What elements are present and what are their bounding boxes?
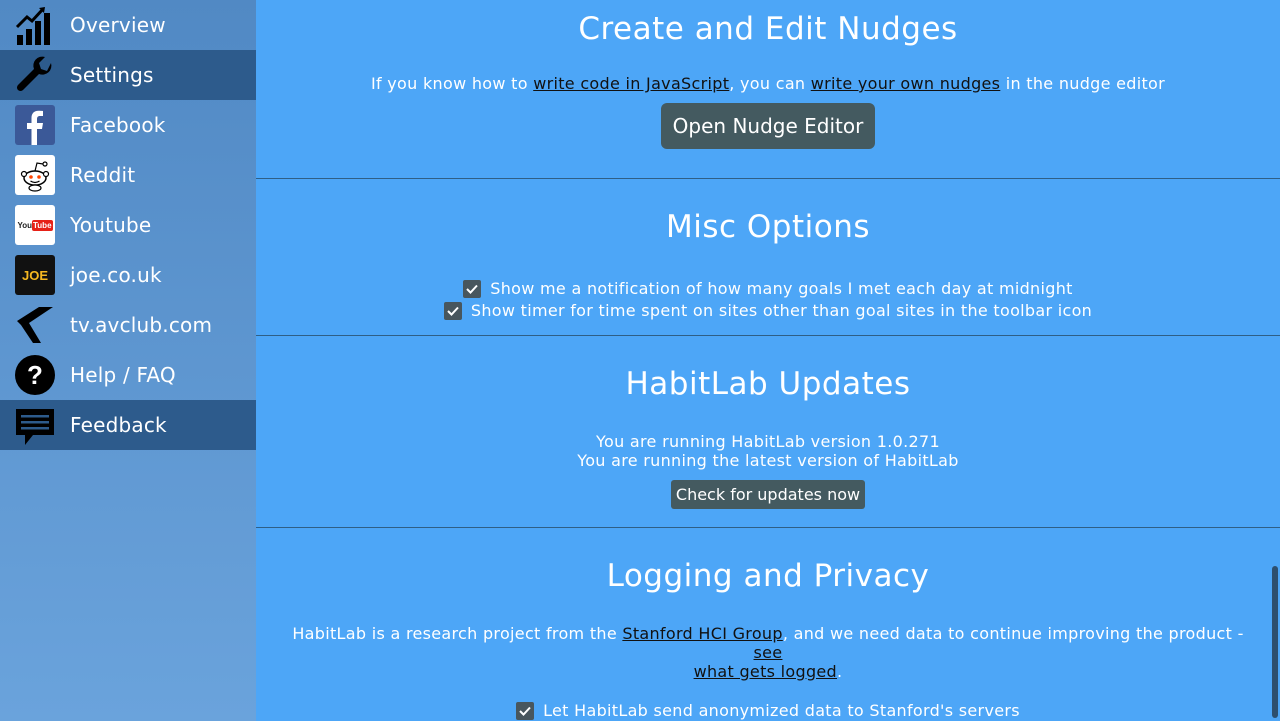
nudges-text-1: If you know how to: [370, 74, 534, 93]
scrollbar-thumb[interactable]: [1272, 566, 1278, 718]
timer-checkbox[interactable]: [443, 301, 462, 320]
privacy-text-1: HabitLab is a research project from the: [292, 624, 623, 643]
help-icon: ?: [15, 355, 55, 395]
sidebar-item-label: Youtube: [70, 213, 152, 237]
timer-option-label: Show timer for time spent on sites other…: [470, 301, 1093, 320]
what-gets-logged-link[interactable]: what gets logged: [694, 662, 837, 681]
sidebar-item-label: Overview: [70, 13, 166, 37]
timer-option[interactable]: Show timer for time spent on sites other…: [256, 301, 1280, 320]
nudges-section: Create and Edit Nudges If you know how t…: [256, 11, 1280, 149]
privacy-text-3: .: [837, 662, 843, 681]
anonymized-data-label: Let HabitLab send anonymized data to Sta…: [543, 701, 1020, 720]
write-nudges-link[interactable]: write your own nudges: [811, 74, 1001, 93]
sidebar-item-label: tv.avclub.com: [70, 313, 213, 337]
nudges-text-2: , you can: [729, 74, 811, 93]
open-nudge-editor-button[interactable]: Open Nudge Editor: [660, 103, 876, 149]
anonymized-data-checkbox[interactable]: [516, 701, 535, 720]
feedback-icon: [15, 405, 55, 445]
settings-main: Create and Edit Nudges If you know how t…: [256, 0, 1280, 721]
joe-logo-text: JOE: [21, 267, 48, 283]
privacy-title: Logging and Privacy: [606, 558, 930, 594]
sidebar-item-label: Settings: [70, 63, 154, 87]
check-updates-button[interactable]: Check for updates now: [670, 480, 866, 509]
misc-section: Misc Options Show me a notification of h…: [256, 209, 1280, 320]
notification-option[interactable]: Show me a notification of how many goals…: [256, 279, 1280, 298]
sidebar-item-avclub[interactable]: tv.avclub.com: [0, 300, 256, 350]
sidebar-item-youtube[interactable]: YouTube Youtube: [0, 200, 256, 250]
sidebar-item-label: Feedback: [70, 413, 167, 437]
sidebar-item-label: joe.co.uk: [70, 263, 162, 287]
updates-title: HabitLab Updates: [625, 366, 911, 402]
stanford-hci-link[interactable]: Stanford HCI Group: [622, 624, 782, 643]
facebook-icon: [15, 105, 55, 145]
divider: [256, 178, 1280, 179]
nudges-title: Create and Edit Nudges: [578, 11, 958, 47]
notification-checkbox[interactable]: [463, 279, 482, 298]
checkmark-icon: [519, 706, 531, 716]
sidebar-item-feedback[interactable]: Feedback: [0, 400, 256, 450]
see-logged-link[interactable]: see: [754, 643, 783, 662]
version-text: You are running HabitLab version 1.0.271: [596, 432, 940, 451]
youtube-icon: YouTube: [15, 205, 55, 245]
privacy-description: HabitLab is a research project from the …: [256, 624, 1280, 681]
sidebar-item-help[interactable]: ? Help / FAQ: [0, 350, 256, 400]
sidebar-item-joe[interactable]: JOE joe.co.uk: [0, 250, 256, 300]
bar-chart-icon: [15, 5, 55, 45]
sidebar-item-label: Facebook: [70, 113, 166, 137]
sidebar-item-label: Help / FAQ: [70, 363, 176, 387]
divider: [256, 527, 1280, 528]
joe-icon: JOE: [15, 255, 55, 295]
nudges-description: If you know how to write code in JavaScr…: [256, 74, 1280, 93]
sidebar-item-settings[interactable]: Settings: [0, 50, 256, 100]
sidebar: Overview Settings Facebook Reddit YouTub…: [0, 0, 256, 721]
privacy-text-2: , and we need data to continue improving…: [782, 624, 1244, 643]
notification-option-label: Show me a notification of how many goals…: [490, 279, 1073, 298]
anonymized-data-option[interactable]: Let HabitLab send anonymized data to Sta…: [256, 701, 1280, 720]
sidebar-item-reddit[interactable]: Reddit: [0, 150, 256, 200]
help-icon-glyph: ?: [27, 359, 43, 390]
checkmark-icon: [466, 284, 479, 294]
privacy-section: Logging and Privacy HabitLab is a resear…: [256, 558, 1280, 720]
javascript-link[interactable]: write code in JavaScript: [533, 74, 729, 93]
wrench-icon: [15, 55, 55, 95]
sidebar-item-facebook[interactable]: Facebook: [0, 100, 256, 150]
sidebar-item-overview[interactable]: Overview: [0, 0, 256, 50]
misc-title: Misc Options: [665, 209, 871, 245]
reddit-icon: [15, 155, 55, 195]
avclub-icon: [15, 305, 55, 345]
latest-version-text: You are running the latest version of Ha…: [577, 451, 959, 470]
updates-section: HabitLab Updates You are running HabitLa…: [256, 366, 1280, 509]
youtube-logo-text: YouTube: [17, 219, 53, 231]
nudges-text-3: in the nudge editor: [1000, 74, 1166, 93]
sidebar-item-label: Reddit: [70, 163, 136, 187]
checkmark-icon: [447, 306, 459, 316]
divider: [256, 335, 1280, 336]
